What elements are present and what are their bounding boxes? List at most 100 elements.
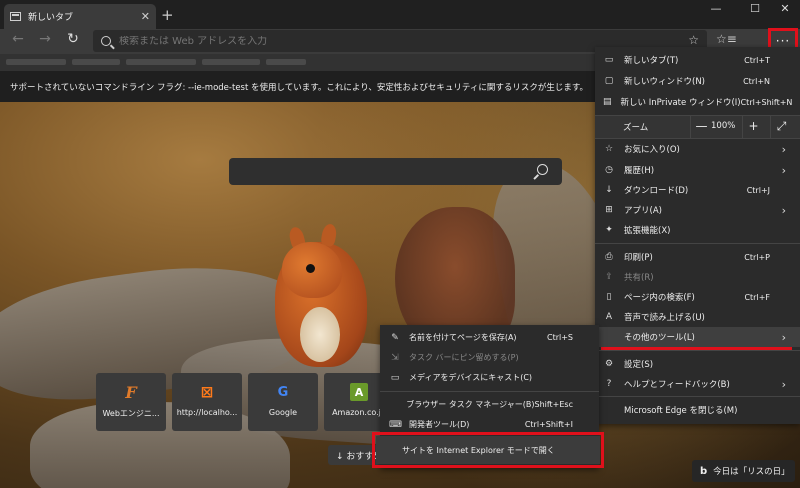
chevron-right-icon: ›: [781, 203, 786, 217]
bing-caption: 今日は「リスの日」: [713, 467, 790, 477]
menu-item-new-tab[interactable]: ▭ 新しいタブ(T) Ctrl+T: [595, 50, 800, 70]
share-icon: ⇪: [605, 272, 613, 282]
menu-item-settings[interactable]: ⚙ 設定(S): [595, 354, 800, 374]
favorites-list-icon[interactable]: ☆≡: [716, 32, 737, 46]
menu-item-new-window[interactable]: ▢ 新しいウィンドウ(N) Ctrl+N: [595, 71, 800, 91]
menu-label: お気に入り(O): [624, 145, 680, 155]
tab-close-icon[interactable]: ✕: [141, 10, 150, 23]
more-tools-highlight: [601, 347, 792, 350]
menu-item-help[interactable]: ? ヘルプとフィードバック(B) ›: [595, 374, 800, 394]
menu-label: 拡張機能(X): [624, 226, 671, 236]
forward-icon[interactable]: →: [36, 31, 54, 47]
menu-item-new-inprivate[interactable]: ▤ 新しい InPrivate ウィンドウ(I) Ctrl+Shift+N: [595, 92, 800, 112]
menu-label: 履歴(H): [624, 166, 655, 176]
menu-label: 新しいウィンドウ(N): [624, 77, 705, 87]
tile-label: Webエンジニ...: [102, 409, 160, 418]
menu-divider: [595, 396, 800, 397]
chevron-right-icon: ›: [781, 163, 786, 177]
favorite-chip[interactable]: [72, 59, 120, 65]
menu-label: ブラウザー タスク マネージャー(B): [406, 400, 535, 409]
chevron-right-icon: ›: [781, 330, 786, 344]
tab-new-tab[interactable]: 新しいタブ ✕: [4, 4, 156, 29]
ie-mode-highlight: [372, 432, 604, 468]
save-page-icon: ✎: [391, 332, 399, 343]
menu-item-more-tools[interactable]: その他のツール(L) ›: [595, 327, 800, 347]
web-search-box[interactable]: [229, 158, 562, 185]
menu-shortcut: Ctrl+P: [744, 252, 770, 262]
find-in-page-icon: ▯: [606, 292, 612, 302]
tile-label: Google: [268, 408, 298, 417]
menu-label: 新しいタブ(T): [624, 56, 679, 66]
apps-icon: ⊞: [605, 205, 613, 215]
menu-shortcut: Ctrl+Shift+N: [740, 97, 793, 107]
bing-icon: b: [700, 465, 708, 477]
menu-shortcut: Ctrl+J: [746, 185, 770, 195]
menu-label: ヘルプとフィードバック(B): [624, 380, 730, 390]
menu-item-extensions[interactable]: ✦ 拡張機能(X): [595, 220, 800, 240]
favorite-chip[interactable]: [6, 59, 66, 65]
menu-shortcut: Ctrl+T: [744, 55, 770, 65]
menu-shortcut: Ctrl+S: [546, 333, 573, 342]
menu-item-read-aloud[interactable]: A 音声で読み上げる(U): [595, 307, 800, 327]
maximize-icon[interactable]: ☐: [745, 2, 765, 15]
new-tab-button[interactable]: +: [161, 6, 174, 24]
zoom-row: ズーム — 100% + ⤢: [595, 116, 800, 138]
submenu-item-cast[interactable]: ▭ メディアをデバイスにキャスト(C): [380, 368, 599, 387]
favorite-chip[interactable]: [202, 59, 260, 65]
menu-label: 音声で読み上げる(U): [624, 313, 705, 323]
new-window-icon: ▢: [604, 76, 614, 86]
menu-shortcut: Shift+Esc: [534, 400, 573, 409]
menu-label: 共有(R): [624, 273, 654, 283]
menu-label: メディアをデバイスにキャスト(C): [409, 373, 533, 382]
download-icon: ↓: [605, 185, 613, 195]
submenu-item-task-manager[interactable]: ブラウザー タスク マネージャー(B) Shift+Esc: [380, 395, 599, 414]
xampp-icon: ⊠: [200, 383, 214, 401]
window-close-icon[interactable]: ✕: [775, 2, 795, 15]
menu-item-apps[interactable]: ⊞ アプリ(A) ›: [595, 200, 800, 220]
menu-shortcut: Ctrl+F: [744, 292, 770, 302]
menu-item-history[interactable]: ◷ 履歴(H) ›: [595, 160, 800, 180]
quick-link-tile[interactable]: G Google: [248, 373, 318, 431]
zoom-out-button[interactable]: —: [690, 116, 712, 138]
zoom-label: ズーム: [623, 123, 649, 133]
menu-item-find[interactable]: ▯ ページ内の検索(F) Ctrl+F: [595, 287, 800, 307]
bing-daily-image-badge[interactable]: b 今日は「リスの日」: [692, 460, 795, 482]
squirrel-eye: [306, 264, 315, 273]
google-icon: G: [277, 384, 289, 400]
search-icon: [101, 36, 111, 46]
menu-item-favorites[interactable]: ☆ お気に入り(O) ›: [595, 139, 800, 159]
new-tab-page-icon: [10, 12, 21, 21]
menu-label: ダウンロード(D): [624, 186, 689, 196]
fullscreen-icon[interactable]: ⤢: [770, 116, 792, 138]
menu-label: タスク バーにピン留めする(P): [409, 353, 519, 362]
minimize-icon[interactable]: —: [706, 2, 726, 15]
search-icon[interactable]: [537, 164, 548, 175]
menu-item-share: ⇪ 共有(R): [595, 267, 800, 287]
print-icon: ⎙: [605, 252, 613, 262]
menu-item-print[interactable]: ⎙ 印刷(P) Ctrl+P: [595, 247, 800, 267]
menu-label: その他のツール(L): [624, 333, 695, 343]
favorite-chip[interactable]: [266, 59, 306, 65]
reload-icon[interactable]: ↻: [64, 31, 82, 47]
menu-label: ページ内の検索(F): [624, 293, 695, 303]
quick-link-tile[interactable]: F Webエンジニ...: [96, 373, 166, 431]
quick-link-tile[interactable]: ⊠ http://localho...: [172, 373, 242, 431]
favorite-chip[interactable]: [126, 59, 196, 65]
amazon-icon: A: [350, 383, 368, 401]
menu-label: 新しい InPrivate ウィンドウ(I): [620, 98, 741, 108]
site-favicon-icon: F: [125, 382, 137, 402]
add-favorite-star-icon[interactable]: ☆: [688, 33, 699, 47]
menu-item-close-edge[interactable]: Microsoft Edge を閉じる(M): [595, 400, 800, 420]
address-input[interactable]: [119, 35, 679, 47]
zoom-in-button[interactable]: +: [742, 116, 764, 138]
zoom-value: 100%: [711, 121, 736, 131]
menu-divider: [380, 391, 599, 392]
back-icon[interactable]: ←: [9, 31, 27, 47]
menu-label: 開発者ツール(D): [409, 420, 470, 429]
read-aloud-icon: A: [605, 312, 613, 322]
menu-item-downloads[interactable]: ↓ ダウンロード(D) Ctrl+J: [595, 180, 800, 200]
tab-strip: 新しいタブ ✕ + — ☐ ✕: [0, 0, 800, 29]
submenu-item-save-page[interactable]: ✎ 名前を付けてページを保存(A) Ctrl+S: [380, 328, 599, 347]
extensions-icon: ✦: [605, 225, 613, 235]
menu-label: 設定(S): [624, 360, 654, 370]
